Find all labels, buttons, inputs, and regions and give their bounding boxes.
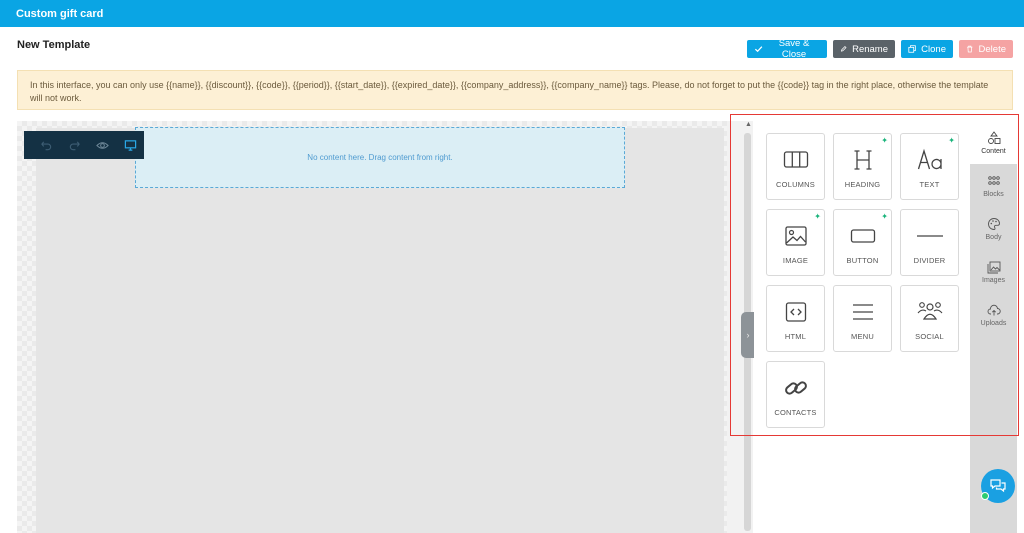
editor-toolbar: [24, 131, 144, 159]
tool-label: BUTTON: [846, 256, 879, 265]
tool-label: CONTACTS: [774, 408, 817, 417]
sparkle-icon: ✦: [814, 212, 821, 221]
action-buttons: Save & Close Rename Clone Delete: [747, 38, 1013, 60]
undo-icon: [40, 140, 51, 150]
cloud-upload-icon: [987, 304, 1001, 315]
redo-icon: [69, 140, 80, 150]
shapes-icon: [987, 130, 1000, 144]
tab-content[interactable]: Content: [970, 121, 1017, 164]
tab-label: Body: [985, 233, 1002, 241]
text-icon: [917, 148, 942, 170]
sparkle-icon: ✦: [948, 136, 955, 145]
tools-grid: COLUMNS ✦ HEADING ✦ TEXT ✦ IMAGE ✦ BUTTO…: [766, 133, 959, 428]
tab-label: Uploads: [980, 319, 1007, 327]
chat-icon: [990, 479, 1006, 493]
preview-eye-icon: [95, 141, 109, 149]
redo-button[interactable]: [60, 135, 88, 155]
tab-label: Blocks: [983, 190, 1004, 198]
columns-icon: [783, 151, 808, 168]
blocks-icon: [987, 175, 1000, 185]
empty-dropzone[interactable]: No content here. Drag content from right…: [135, 127, 625, 188]
tab-uploads[interactable]: Uploads: [970, 293, 1017, 336]
tool-contacts[interactable]: CONTACTS: [766, 361, 825, 428]
online-status-dot: [981, 492, 989, 500]
app-title: Custom gift card: [16, 8, 104, 20]
tab-images[interactable]: Images: [970, 250, 1017, 293]
page-title: New Template: [17, 39, 91, 51]
undo-button[interactable]: [32, 135, 60, 155]
app-title-bar: Custom gift card: [0, 0, 1024, 27]
button-icon: [850, 229, 875, 243]
email-body[interactable]: [36, 128, 724, 533]
notice-text: In this interface, you can only use {{na…: [30, 80, 989, 103]
heading-icon: [854, 150, 871, 170]
clone-button[interactable]: Clone: [901, 40, 953, 58]
template-notice: In this interface, you can only use {{na…: [17, 70, 1013, 110]
sparkle-icon: ✦: [881, 136, 888, 145]
tool-html[interactable]: HTML: [766, 285, 825, 352]
tab-body[interactable]: Body: [970, 207, 1017, 250]
scroll-up-arrow[interactable]: ▲: [745, 121, 752, 129]
palette-icon: [987, 217, 1000, 230]
tool-label: HEADING: [844, 180, 881, 189]
save-close-button[interactable]: Save & Close: [747, 38, 827, 60]
desktop-view-button[interactable]: [116, 135, 144, 155]
divider-icon: [916, 235, 943, 237]
tool-button[interactable]: ✦ BUTTON: [833, 209, 892, 276]
copy-icon: [908, 45, 916, 53]
check-icon: [754, 46, 763, 53]
image-icon: [784, 226, 807, 246]
trash-icon: [967, 45, 973, 53]
tool-label: DIVIDER: [913, 256, 946, 265]
tool-social[interactable]: SOCIAL: [900, 285, 959, 352]
save-close-label: Save & Close: [778, 38, 810, 60]
rename-button[interactable]: Rename: [833, 40, 895, 58]
tool-text[interactable]: ✦ TEXT: [900, 133, 959, 200]
tab-blocks[interactable]: Blocks: [970, 164, 1017, 207]
dropzone-text: No content here. Drag content from right…: [307, 153, 453, 162]
html-icon: [785, 302, 806, 322]
delete-button[interactable]: Delete: [959, 40, 1013, 58]
tool-divider[interactable]: DIVIDER: [900, 209, 959, 276]
tool-label: MENU: [851, 332, 874, 341]
images-icon: [987, 261, 1000, 273]
tool-label: HTML: [784, 332, 807, 341]
preview-button[interactable]: [88, 135, 116, 155]
tool-menu[interactable]: MENU: [833, 285, 892, 352]
tool-label: SOCIAL: [915, 332, 944, 341]
link-icon: [784, 381, 807, 395]
collapse-panel-handle[interactable]: ›: [741, 312, 755, 358]
tab-label: Images: [982, 276, 1005, 284]
clone-label: Clone: [921, 43, 946, 55]
sparkle-icon: ✦: [881, 212, 888, 221]
menu-icon: [852, 304, 873, 320]
tool-label: TEXT: [919, 180, 940, 189]
rename-label: Rename: [852, 43, 888, 55]
delete-label: Delete: [978, 43, 1006, 55]
tool-label: IMAGE: [782, 256, 809, 265]
tool-label: COLUMNS: [776, 180, 815, 189]
social-icon: [917, 302, 942, 320]
tab-label: Content: [981, 147, 1006, 155]
tool-heading[interactable]: ✦ HEADING: [833, 133, 892, 200]
pencil-icon: [840, 46, 847, 52]
tool-columns[interactable]: COLUMNS: [766, 133, 825, 200]
desktop-icon: [124, 139, 136, 151]
tool-image[interactable]: ✦ IMAGE: [766, 209, 825, 276]
content-tools-panel: COLUMNS ✦ HEADING ✦ TEXT ✦ IMAGE ✦ BUTTO…: [754, 121, 970, 533]
chevron-right-icon: ›: [746, 330, 750, 340]
